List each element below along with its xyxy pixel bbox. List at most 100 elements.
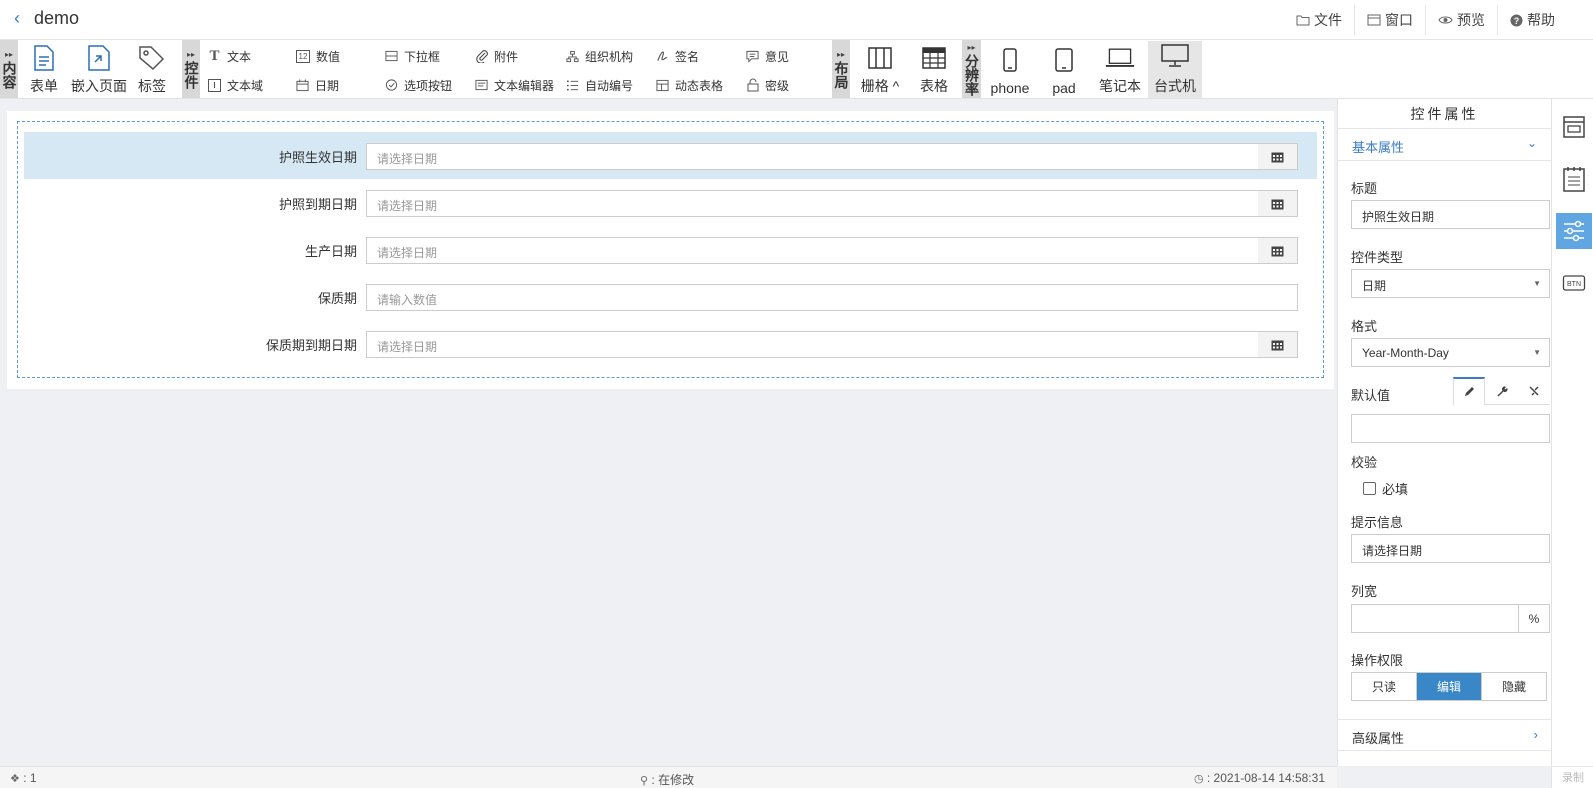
- res-pad[interactable]: pad: [1044, 44, 1084, 98]
- tool-signature[interactable]: 签名: [656, 47, 699, 65]
- perm-hidden-button[interactable]: 隐藏: [1481, 673, 1546, 700]
- date-input[interactable]: 请选择日期: [366, 237, 1259, 264]
- calendar-icon: [1271, 340, 1284, 350]
- columns-icon: [865, 44, 895, 71]
- calendar-button[interactable]: [1258, 331, 1298, 358]
- tool-rich-editor[interactable]: 文本编辑器: [475, 76, 554, 94]
- advanced-props-section[interactable]: 高级属性 ›: [1338, 719, 1552, 751]
- form-row[interactable]: 保质期到期日期 请选择日期: [24, 320, 1317, 367]
- tool-embed-page[interactable]: 嵌入页面: [70, 44, 128, 98]
- calendar-button[interactable]: [1258, 143, 1298, 170]
- group-content-toggle[interactable]: ▸▸ 内容: [0, 40, 18, 98]
- tool-textarea[interactable]: I 文本域: [208, 76, 263, 94]
- panel-rail: BTN 录制: [1551, 99, 1593, 788]
- tool-date[interactable]: 日期: [296, 76, 339, 94]
- tool-org[interactable]: 组织机构: [566, 47, 633, 65]
- type-select[interactable]: 日期 ▼: [1351, 269, 1550, 298]
- res-desktop[interactable]: 台式机: [1148, 41, 1202, 98]
- group-resolution-toggle[interactable]: ▸▸ 分辨率: [962, 40, 981, 98]
- chevron-right-icon: ›: [1533, 727, 1538, 742]
- rail-button-panel[interactable]: BTN: [1556, 265, 1592, 301]
- required-checkbox[interactable]: 必填: [1363, 479, 1408, 498]
- tool-grid[interactable]: 栅格 ^: [856, 44, 904, 98]
- width-unit: %: [1518, 604, 1550, 633]
- form-row[interactable]: 生产日期 请选择日期: [24, 226, 1317, 273]
- ordered-list-icon: [566, 79, 579, 92]
- rail-layout-panel[interactable]: [1556, 109, 1592, 145]
- calendar-button[interactable]: [1258, 190, 1298, 217]
- basic-props-section[interactable]: 基本属性 ⌄: [1338, 129, 1551, 161]
- tab-variable[interactable]: [1517, 377, 1550, 405]
- tool-security[interactable]: 密级: [746, 76, 789, 94]
- width-label: 列宽: [1351, 584, 1378, 599]
- title-field[interactable]: 护照生效日期: [1351, 200, 1550, 229]
- app-title: demo: [34, 8, 80, 28]
- tool-text[interactable]: T 文本: [208, 47, 251, 65]
- basic-props-label: 基本属性: [1352, 140, 1405, 155]
- status-count-text: : 1: [23, 771, 37, 785]
- form-row[interactable]: 护照到期日期 请选择日期: [24, 179, 1317, 226]
- tool-radio[interactable]: 选项按钮: [385, 76, 452, 94]
- rail-properties-panel[interactable]: [1556, 213, 1592, 249]
- expand-arrows-icon: ▸▸: [186, 49, 196, 59]
- tool-attachment-label: 附件: [494, 49, 519, 64]
- clock-icon: ◷: [1193, 773, 1204, 785]
- width-field[interactable]: [1351, 604, 1519, 633]
- tool-number[interactable]: 12 数值: [296, 47, 340, 65]
- status-state-text: : 在修改: [651, 773, 695, 787]
- default-value-field[interactable]: [1351, 414, 1550, 443]
- group-controls-toggle[interactable]: ▸▸ 控件: [182, 40, 200, 98]
- tool-dropdown[interactable]: 下拉框: [385, 47, 440, 65]
- tool-auto-number[interactable]: 自动编号: [566, 76, 633, 94]
- folder-icon: [1296, 15, 1310, 26]
- res-laptop[interactable]: 笔记本: [1094, 44, 1146, 98]
- format-select[interactable]: Year-Month-Day ▼: [1351, 338, 1550, 367]
- variable-x-icon: [1529, 385, 1539, 396]
- checkbox-box[interactable]: [1363, 482, 1376, 495]
- number-input[interactable]: 请输入数值: [366, 284, 1298, 311]
- res-desktop-label: 台式机: [1154, 78, 1196, 94]
- date-input[interactable]: 请选择日期: [366, 143, 1259, 170]
- tool-table[interactable]: 表格: [914, 44, 954, 98]
- group-layout-label: 布局: [833, 60, 850, 89]
- form-row[interactable]: 保质期 请输入数值: [24, 273, 1317, 320]
- tool-form[interactable]: 表单: [26, 44, 62, 98]
- tool-tag[interactable]: 标签: [134, 44, 170, 98]
- tab-formula[interactable]: [1485, 377, 1518, 405]
- hint-field[interactable]: 请选择日期: [1351, 534, 1550, 563]
- org-chart-icon: [566, 50, 579, 63]
- calendar-icon: [1271, 246, 1284, 256]
- tool-embed-page-label: 嵌入页面: [71, 78, 127, 94]
- file-menu[interactable]: 文件: [1284, 5, 1354, 35]
- date-input[interactable]: 请选择日期: [366, 190, 1259, 217]
- group-layout-toggle[interactable]: ▸▸ 布局: [832, 40, 850, 98]
- form-row[interactable]: 护照生效日期 请选择日期: [24, 132, 1317, 179]
- back-chevron-icon[interactable]: ‹: [14, 8, 20, 29]
- text-T-icon: T: [209, 47, 220, 64]
- validation-label: 校验: [1351, 455, 1378, 470]
- res-pad-label: pad: [1052, 80, 1076, 96]
- tab-manual[interactable]: [1453, 377, 1486, 405]
- tool-radio-label: 选项按钮: [404, 78, 453, 93]
- rail-notes-panel[interactable]: [1556, 161, 1592, 197]
- preview-menu-label: 预览: [1457, 12, 1485, 28]
- calendar-button[interactable]: [1258, 237, 1298, 264]
- tablet-icon: [1049, 45, 1079, 75]
- help-menu[interactable]: ? 帮助: [1497, 5, 1567, 35]
- tool-dynamic-table[interactable]: 动态表格: [656, 76, 723, 94]
- preview-menu[interactable]: 预览: [1425, 5, 1497, 35]
- perm-readonly-button[interactable]: 只读: [1352, 673, 1416, 700]
- record-label[interactable]: 录制: [1552, 766, 1593, 788]
- window-menu[interactable]: 窗口: [1354, 5, 1425, 35]
- expand-arrows-icon: ▸▸: [836, 49, 846, 59]
- res-phone[interactable]: phone: [986, 44, 1034, 98]
- date-input[interactable]: 请选择日期: [366, 331, 1259, 358]
- tool-date-label: 日期: [315, 78, 340, 93]
- tool-opinion[interactable]: 意见: [746, 47, 789, 65]
- tool-attachment[interactable]: 附件: [475, 47, 518, 65]
- form-drop-zone[interactable]: 护照生效日期 请选择日期 护照到期日期 请选择日期 生产日期 请选择日期 保质期…: [17, 121, 1324, 378]
- number-12-icon: 12: [296, 49, 310, 63]
- tool-text-label: 文本: [227, 49, 252, 64]
- format-select-value: Year-Month-Day: [1362, 346, 1449, 360]
- perm-edit-button[interactable]: 编辑: [1416, 673, 1481, 700]
